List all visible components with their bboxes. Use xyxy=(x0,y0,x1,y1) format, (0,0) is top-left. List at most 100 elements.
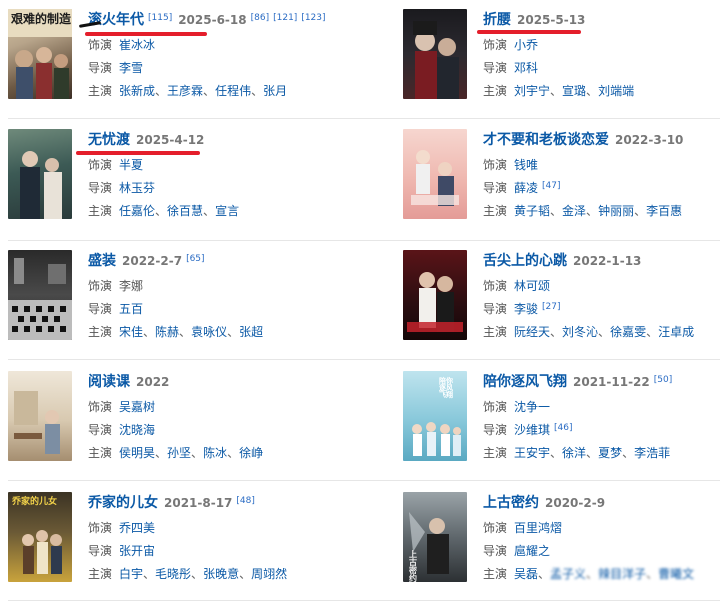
cast-label: 主演 xyxy=(483,446,508,460)
cast-member[interactable]: 张新成 xyxy=(119,84,155,98)
drama-title-link[interactable]: 陪你逐风飞翔 xyxy=(483,374,567,390)
poster-image[interactable]: 上古密约 xyxy=(403,492,467,582)
poster-image[interactable] xyxy=(8,129,72,219)
role-name[interactable]: 百里鸿熠 xyxy=(514,521,562,535)
cast-member[interactable]: 徐嘉雯 xyxy=(610,325,646,339)
cast-member[interactable]: 汪卓成 xyxy=(658,325,694,339)
drama-title-link[interactable]: 舌尖上的心跳 xyxy=(483,253,567,269)
role-name[interactable]: 乔四美 xyxy=(119,521,155,535)
cast-member-blurred[interactable]: 辣目洋子 xyxy=(598,567,646,581)
poster-image[interactable] xyxy=(8,250,72,340)
drama-title-link[interactable]: 盛装 xyxy=(88,253,116,269)
director-name[interactable]: 张开宙 xyxy=(119,544,155,558)
role-name[interactable]: 钱唯 xyxy=(514,158,538,172)
cast-member[interactable]: 袁咏仪 xyxy=(191,325,227,339)
reference-link[interactable]: [50] xyxy=(654,375,672,385)
cast-member[interactable]: 陈赫 xyxy=(155,325,179,339)
drama-title-link[interactable]: 滚火年代 xyxy=(88,12,144,28)
reference-link[interactable]: [123] xyxy=(301,13,325,23)
cast-member[interactable]: 任嘉伦 xyxy=(119,204,155,218)
reference-link[interactable]: [86] xyxy=(251,13,269,23)
cast-member[interactable]: 孙坚 xyxy=(167,446,191,460)
role-name[interactable]: 林可颂 xyxy=(514,279,550,293)
reference-link[interactable]: [27] xyxy=(542,302,560,312)
director-name[interactable]: 扈耀之 xyxy=(514,544,550,558)
cast-member[interactable]: 宋佳 xyxy=(119,325,143,339)
reference-link[interactable]: [46] xyxy=(554,423,572,433)
cast-member[interactable]: 金泽 xyxy=(562,204,586,218)
director-name[interactable]: 李雪 xyxy=(119,61,143,75)
role-name[interactable]: 半夏 xyxy=(119,158,143,172)
poster-title-text: 陪你逐风飞翔 xyxy=(439,376,453,399)
cast-member[interactable]: 夏梦 xyxy=(598,446,622,460)
cast-row: 主演 王安宇、徐洋、夏梦、李浩菲 xyxy=(483,446,671,460)
drama-title-link[interactable]: 才不要和老板谈恋爱 xyxy=(483,132,609,148)
drama-title-link[interactable]: 上古密约 xyxy=(483,495,539,511)
drama-title-link[interactable]: 乔家的儿女 xyxy=(88,495,158,511)
poster-image[interactable] xyxy=(403,129,467,219)
cast-member[interactable]: 宣璐 xyxy=(562,84,586,98)
drama-title-link[interactable]: 无忧渡 xyxy=(88,132,130,148)
director-name[interactable]: 五百 xyxy=(119,302,143,316)
cast-member[interactable]: 阮经天 xyxy=(514,325,550,339)
cast-member[interactable]: 黄子韬 xyxy=(514,204,550,218)
release-date: 2021-8-17 xyxy=(164,496,233,510)
cast-member[interactable]: 王彦霖 xyxy=(167,84,203,98)
director-name[interactable]: 邓科 xyxy=(514,61,538,75)
cast-member[interactable]: 张超 xyxy=(239,325,263,339)
reference-link[interactable]: [48] xyxy=(236,496,254,506)
cast-member[interactable]: 任程伟 xyxy=(215,84,251,98)
poster-image[interactable] xyxy=(403,9,467,99)
director-name[interactable]: 薛凌 xyxy=(514,181,538,195)
cast-member[interactable]: 张晚意 xyxy=(203,567,239,581)
cast-member[interactable]: 张月 xyxy=(263,84,287,98)
role-name[interactable]: 崔冰冰 xyxy=(119,38,155,52)
actor-label: 饰演 xyxy=(483,521,508,535)
director-label: 导演 xyxy=(483,423,508,437)
drama-title-link[interactable]: 阅读课 xyxy=(88,374,130,390)
cast-member[interactable]: 徐百慧 xyxy=(167,204,203,218)
drama-title-link[interactable]: 折腰 xyxy=(483,12,511,28)
cast-member[interactable]: 李浩菲 xyxy=(634,446,670,460)
cast-member[interactable]: 刘宇宁 xyxy=(514,84,550,98)
poster-image[interactable]: 陪你逐风飞翔 xyxy=(403,371,467,461)
poster-image[interactable] xyxy=(403,250,467,340)
reference-link[interactable]: [121] xyxy=(273,13,297,23)
role-name[interactable]: 沈争一 xyxy=(514,400,550,414)
director-name[interactable]: 沙维琪 xyxy=(514,423,550,437)
poster-image[interactable] xyxy=(8,371,72,461)
release-date: 2022-1-13 xyxy=(573,254,642,268)
reference-link[interactable]: [47] xyxy=(542,181,560,191)
reference-link[interactable]: [115] xyxy=(148,13,172,23)
cast-member[interactable]: 吴磊 xyxy=(514,567,538,581)
cast-label: 主演 xyxy=(88,204,113,218)
director-name[interactable]: 沈晓海 xyxy=(119,423,155,437)
cast-member[interactable]: 王安宇 xyxy=(514,446,550,460)
role-name[interactable]: 吴嘉树 xyxy=(119,400,155,414)
cast-member[interactable]: 侯明昊 xyxy=(119,446,155,460)
cast-member[interactable]: 陈冰 xyxy=(203,446,227,460)
director-name[interactable]: 李骏 xyxy=(514,302,538,316)
cast-member[interactable]: 宣言 xyxy=(215,204,239,218)
title-line: 滚火年代 [115] 2025-6-18 [86] [121] [123] xyxy=(88,10,326,30)
reference-link[interactable]: [65] xyxy=(186,254,204,264)
poster-image[interactable]: 艰难的制造 xyxy=(8,9,72,99)
cast-member[interactable]: 钟丽丽 xyxy=(598,204,634,218)
role-name[interactable]: 小乔 xyxy=(514,38,538,52)
cast-member[interactable]: 徐峥 xyxy=(239,446,263,460)
cast-member[interactable]: 白宇 xyxy=(119,567,143,581)
director-name[interactable]: 林玉芬 xyxy=(119,181,155,195)
role-name[interactable]: 李娜 xyxy=(119,279,143,293)
cast-member[interactable]: 李百惠 xyxy=(646,204,682,218)
cast-member[interactable]: 刘端端 xyxy=(598,84,634,98)
actor-row: 饰演 百里鸿熠 xyxy=(483,520,562,536)
cast-member[interactable]: 刘冬沁 xyxy=(562,325,598,339)
cast-member-blurred[interactable]: 孟子义 xyxy=(550,567,586,581)
cast-member[interactable]: 周翊然 xyxy=(251,567,287,581)
drama-card: 舌尖上的心跳 2022-1-13 饰演 林可颂 导演 李骏 [27] 主演 阮经天、刘冬沁… xyxy=(403,250,723,342)
cast-member-blurred[interactable]: 曹曦文 xyxy=(658,567,694,581)
drama-card: 折腰 2025-5-13 饰演 小乔 导演 邓科 主演 刘宇宁、宣璐、刘端端 xyxy=(403,9,723,101)
cast-member[interactable]: 徐洋 xyxy=(562,446,586,460)
poster-image[interactable]: 乔家的儿女 xyxy=(8,492,72,582)
cast-member[interactable]: 毛晓彤 xyxy=(155,567,191,581)
